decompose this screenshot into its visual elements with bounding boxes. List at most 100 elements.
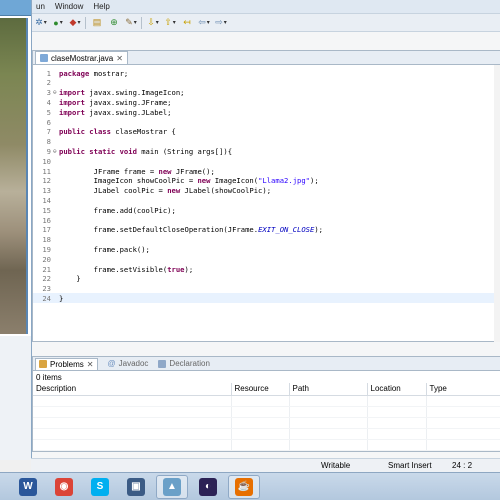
code-line[interactable]: 3 ⊖ import javax.swing.ImageIcon; <box>33 88 500 98</box>
code-line[interactable]: 20 <box>33 254 500 264</box>
code-line[interactable]: 8 <box>33 137 500 147</box>
taskbar-button[interactable]: W <box>12 475 44 499</box>
code-text: import javax.swing.ImageIcon; <box>59 88 185 98</box>
new-class-icon[interactable]: ⊕ <box>107 17 121 29</box>
open-type-icon[interactable]: ✎ ▾ <box>124 17 138 29</box>
line-number: 24 <box>42 293 51 303</box>
code-line[interactable]: 5 import javax.swing.JLabel; <box>33 107 500 117</box>
code-line[interactable]: 2 <box>33 78 500 88</box>
toolbar-separator <box>141 16 143 29</box>
line-number: 9 <box>46 146 51 156</box>
taskbar-button[interactable]: S <box>84 475 116 499</box>
annotation-next-icon[interactable]: ⇩ ▾ <box>146 17 160 29</box>
java-icon: ☕ <box>235 477 253 496</box>
declaration-icon <box>158 359 167 368</box>
code-line[interactable]: 9 ⊖ public static void main (String args[]… <box>33 146 500 156</box>
code-line[interactable]: 15 frame.add(coolPic); <box>33 205 500 215</box>
code-line[interactable]: 17 frame.setDefaultCloseOperation(JFrame… <box>33 225 500 235</box>
new-package-icon[interactable]: ▤ <box>90 17 104 29</box>
line-number: 16 <box>42 215 51 225</box>
code-line[interactable]: 11 JFrame frame = new JFrame(); <box>33 166 500 176</box>
code-line[interactable]: 1 package mostrar; <box>33 68 500 78</box>
code-text: public static void main (String args[]){ <box>59 146 233 156</box>
code-line[interactable]: 18 <box>33 235 500 245</box>
code-line[interactable]: 13 JLabel coolPic = new JLabel(showCoolP… <box>33 186 500 196</box>
editor-tab-clasemostrar[interactable]: claseMostrar.java ✕ <box>35 51 128 64</box>
line-number: 1 <box>46 68 51 78</box>
word-icon: W <box>19 477 37 496</box>
tab-declaration-label: Declaration <box>169 359 210 368</box>
tab-problems-label: Problems <box>50 359 84 369</box>
debug-icon[interactable]: ✲ ▾ <box>34 17 48 29</box>
close-panel-tab-icon[interactable]: ✕ <box>87 360 94 369</box>
column-resource[interactable]: Resource <box>231 383 290 396</box>
tab-problems[interactable]: Problems ✕ <box>35 357 98 370</box>
column-type[interactable]: Type <box>426 383 500 396</box>
problems-count: 0 items <box>36 372 62 382</box>
code-text: import javax.swing.JLabel; <box>59 107 172 117</box>
line-number: 7 <box>46 127 51 137</box>
taskbar-button[interactable]: ▣ <box>120 475 152 499</box>
desktop-area <box>0 336 33 460</box>
line-number: 19 <box>42 244 51 254</box>
code-text: JLabel coolPic = new JLabel(showCoolPic)… <box>59 186 272 196</box>
background-window-titlebar[interactable] <box>0 0 33 16</box>
status-insert-mode: Smart Insert <box>388 461 432 470</box>
code-line[interactable]: 16 <box>33 215 500 225</box>
code-line[interactable]: 6 <box>33 117 500 127</box>
menu-bar: un Window Help <box>32 0 500 14</box>
panel-tabs: Problems ✕ @ Javadoc Declaration <box>33 357 500 371</box>
last-edit-icon[interactable]: ↤ <box>180 17 194 29</box>
taskbar-button[interactable]: ◉ <box>48 475 80 499</box>
editor-scrollbar[interactable] <box>494 65 500 342</box>
run-icon[interactable]: ● ▾ <box>51 17 65 29</box>
status-writable: Writable <box>321 461 351 470</box>
taskbar-button[interactable]: ☕ <box>228 474 260 499</box>
eclipse-icon: ◐ <box>199 477 217 496</box>
taskbar-button[interactable]: ▲ <box>156 474 188 499</box>
code-line[interactable]: 14 <box>33 195 500 205</box>
code-line[interactable]: 10 <box>33 156 500 166</box>
code-line[interactable]: 24} <box>33 293 500 304</box>
code-line[interactable]: 22 } <box>33 274 500 284</box>
background-image-window[interactable] <box>0 0 33 460</box>
annotation-prev-icon[interactable]: ⇧ ▾ <box>163 17 177 29</box>
tab-declaration[interactable]: Declaration <box>158 359 210 368</box>
code-line[interactable]: 12 ImageIcon showCoolPic = new ImageIcon… <box>33 176 500 186</box>
skype-icon: S <box>91 477 109 496</box>
line-number: 22 <box>42 274 51 284</box>
tab-javadoc[interactable]: @ Javadoc <box>108 359 149 368</box>
external-tools-icon[interactable]: ◆ ▾ <box>68 17 82 29</box>
code-text: frame.setDefaultCloseOperation(JFrame.EX… <box>59 225 323 235</box>
code-line[interactable]: 19 frame.pack(); <box>33 244 500 254</box>
line-number: 12 <box>42 176 51 186</box>
menu-item-run[interactable]: un <box>36 2 45 11</box>
menu-item-help[interactable]: Help <box>93 2 109 11</box>
code-text: } <box>59 274 81 284</box>
column-description[interactable]: Description <box>33 383 232 396</box>
line-number: 23 <box>42 284 51 294</box>
code-line[interactable]: 4 import javax.swing.JFrame; <box>33 97 500 107</box>
column-path[interactable]: Path <box>289 383 368 396</box>
line-number: 2 <box>46 78 51 88</box>
forward-icon[interactable]: ⇨ ▾ <box>214 17 228 29</box>
close-tab-icon[interactable]: ✕ <box>116 54 123 63</box>
column-location[interactable]: Location <box>367 383 427 396</box>
menu-item-window[interactable]: Window <box>55 2 83 11</box>
status-bar: Writable Smart Insert 24 : 2 <box>31 458 500 472</box>
line-number: 15 <box>42 205 51 215</box>
editor-tabs: claseMostrar.java ✕ <box>33 51 500 65</box>
save-disk-icon: ▣ <box>127 477 145 496</box>
code-text: package mostrar; <box>59 68 129 78</box>
table-row <box>33 395 500 407</box>
code-line[interactable]: 7 public class claseMostrar { <box>33 127 500 137</box>
code-line[interactable]: 23 <box>33 284 500 294</box>
taskbar-button[interactable]: ◐ <box>192 475 224 499</box>
code-area[interactable]: 1 package mostrar; 2 3 ⊖ import javax.swing.I… <box>33 65 500 342</box>
line-number: 4 <box>46 97 51 107</box>
code-line[interactable]: 21 frame.setVisible(true); <box>33 264 500 274</box>
line-number: 13 <box>42 186 51 196</box>
back-icon[interactable]: ⇦ ▾ <box>197 17 211 29</box>
chrome-icon: ◉ <box>55 477 73 496</box>
line-number: 20 <box>42 254 51 264</box>
